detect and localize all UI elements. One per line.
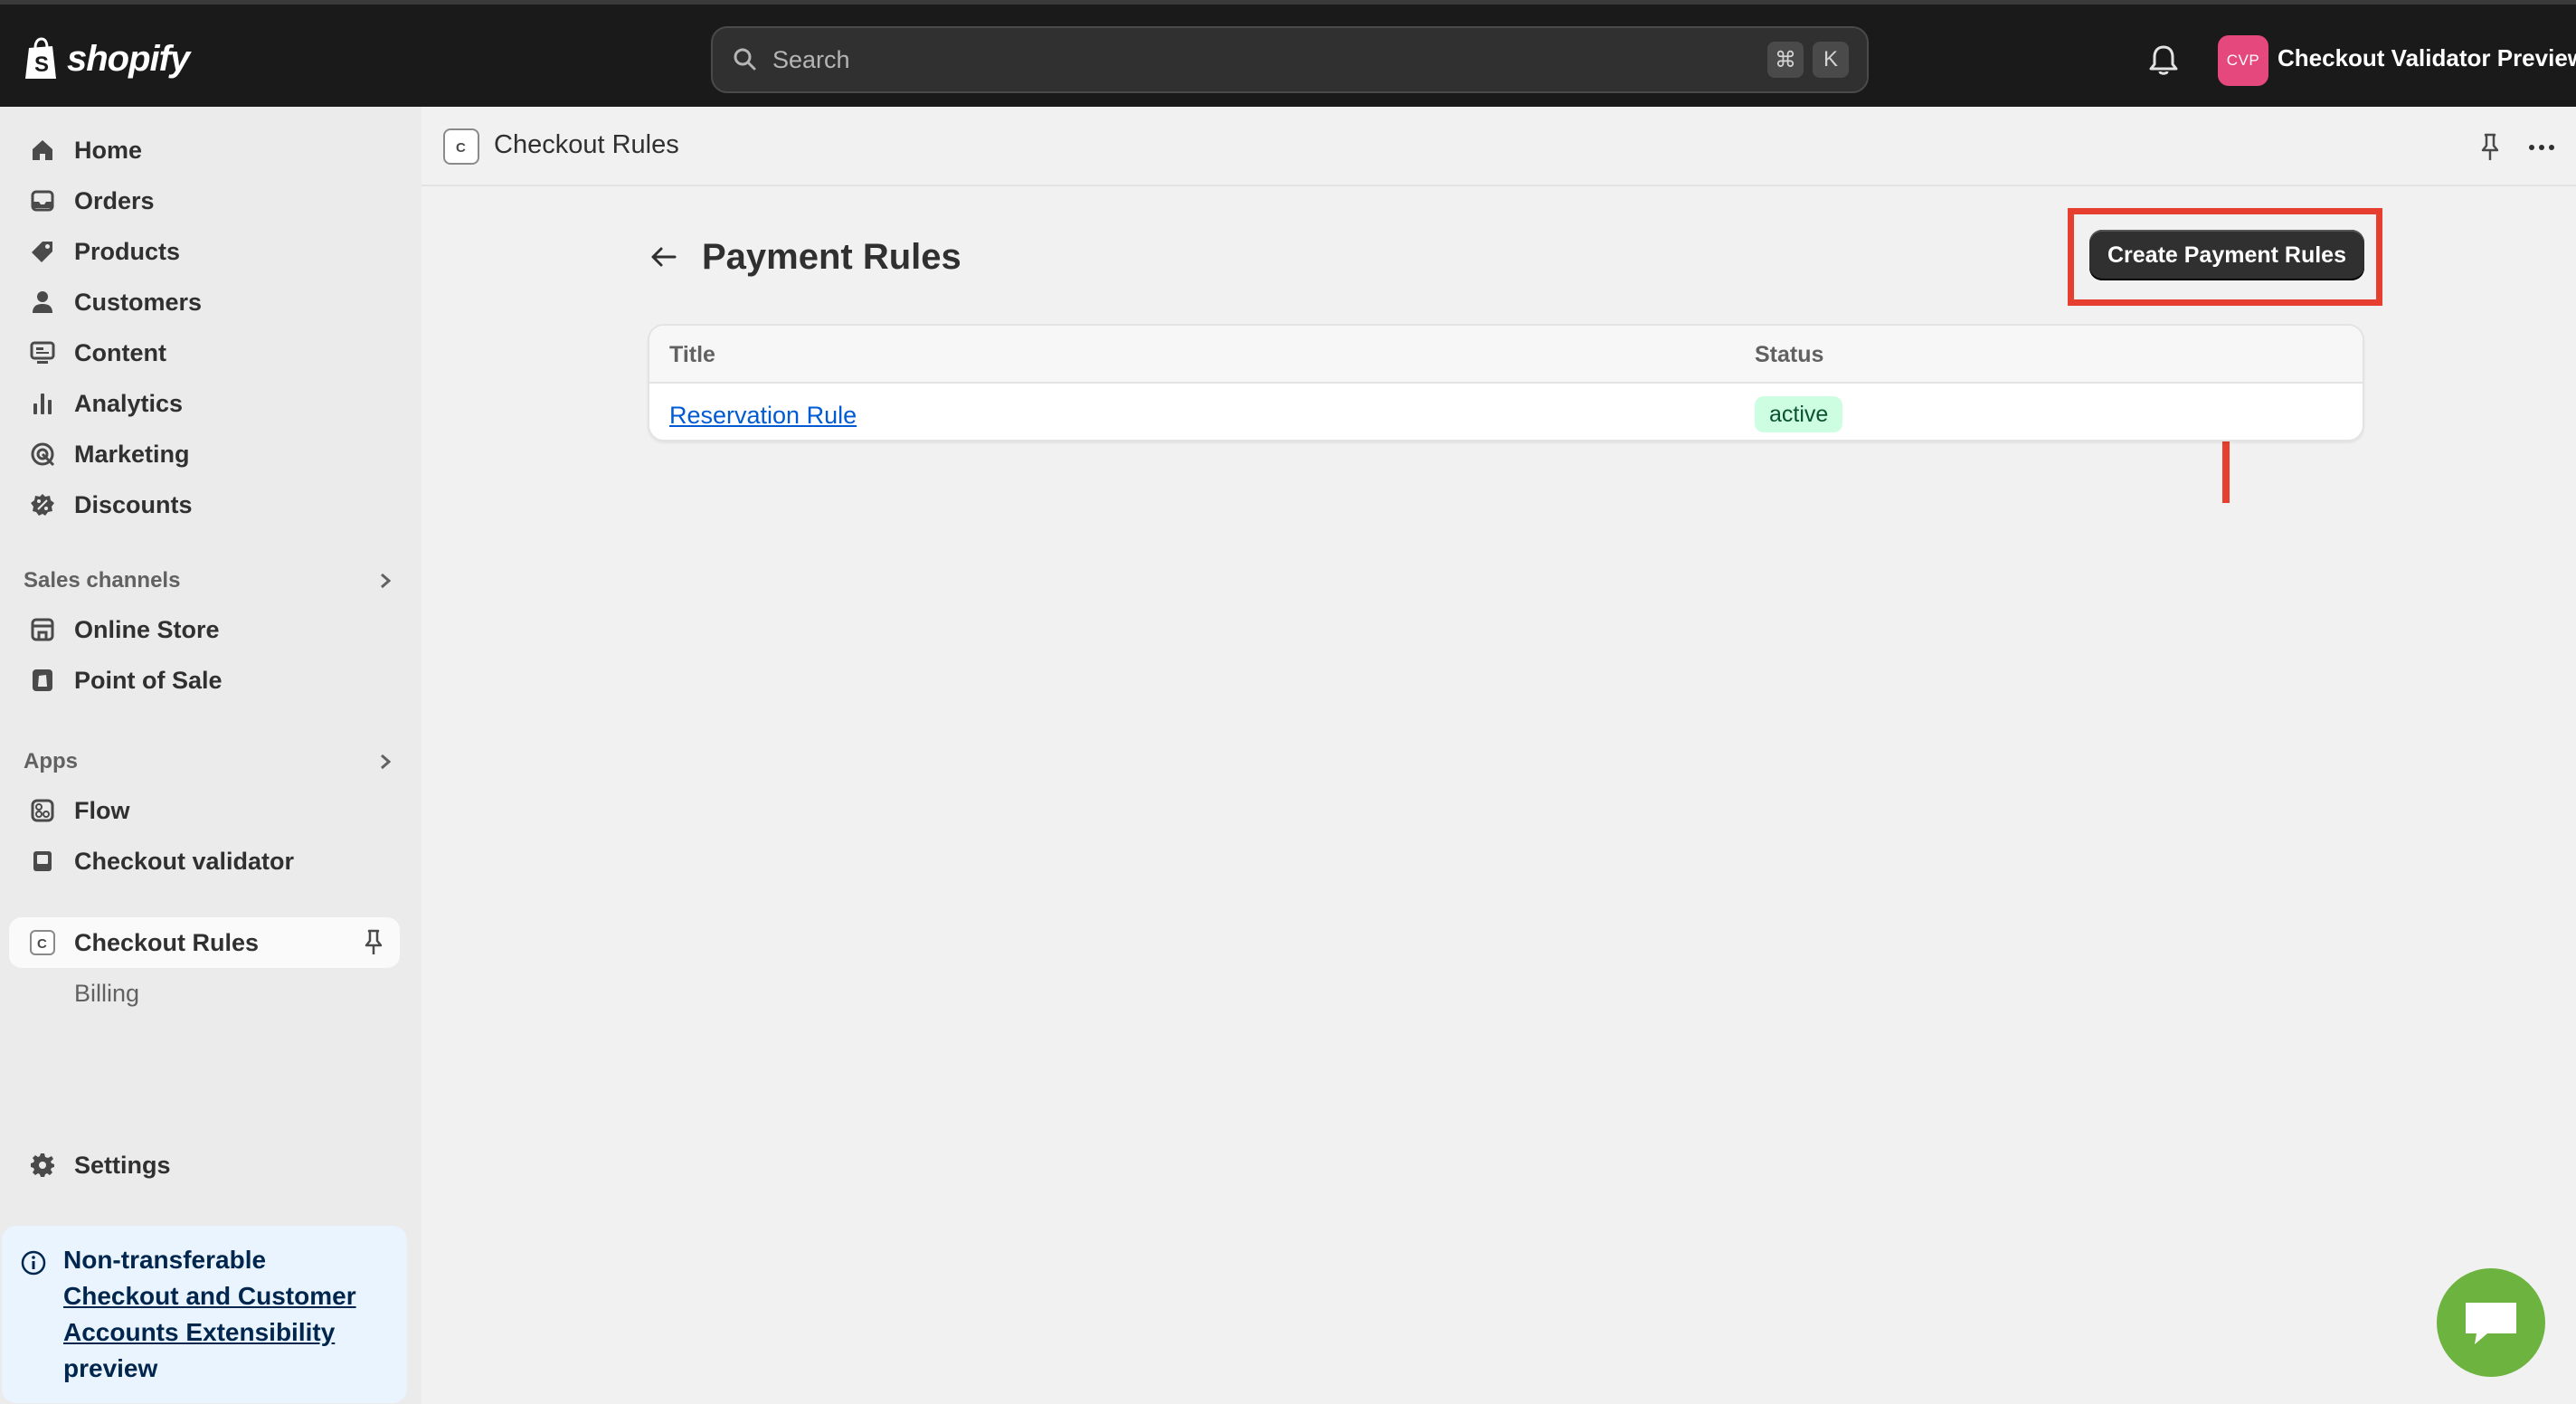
- page-title: Payment Rules: [702, 236, 961, 277]
- shopify-logo[interactable]: S shopify: [24, 37, 190, 81]
- inbox-icon: [27, 185, 58, 216]
- sidebar-item-settings[interactable]: Settings: [9, 1140, 400, 1191]
- logo-wordmark: shopify: [67, 38, 190, 79]
- sidebar-item-billing[interactable]: Billing: [9, 968, 400, 1019]
- chevron-right-icon[interactable]: [376, 570, 394, 592]
- checkout-rules-app-icon: C: [443, 128, 479, 165]
- sidebar-item-label: Home: [74, 136, 143, 164]
- sidebar-item-marketing[interactable]: Marketing: [9, 429, 400, 479]
- store-icon: [27, 614, 58, 645]
- bar-chart-icon: [27, 388, 58, 419]
- info-icon: [21, 1250, 46, 1276]
- sidebar-item-label: Orders: [74, 186, 155, 214]
- apps-header[interactable]: Apps: [24, 744, 394, 780]
- svg-text:C: C: [37, 936, 47, 952]
- sidebar-item-customers[interactable]: Customers: [9, 277, 400, 327]
- section-label: Apps: [24, 749, 78, 773]
- svg-text:C: C: [456, 140, 466, 156]
- sidebar-item-flow[interactable]: Flow: [9, 785, 400, 836]
- column-header-status: Status: [1755, 342, 1824, 367]
- search-icon: [734, 48, 756, 71]
- sidebar-item-label: Customers: [74, 288, 203, 316]
- notice-suffix: preview: [63, 1354, 158, 1382]
- chat-bubble-icon: [2466, 1303, 2516, 1344]
- sidebar-item-home[interactable]: Home: [9, 125, 400, 176]
- gear-icon: [27, 1150, 58, 1181]
- sidebar-item-label: Content: [74, 338, 166, 366]
- sidebar-item-label: Checkout Rules: [74, 928, 260, 956]
- search-input[interactable]: Search: [772, 46, 1758, 74]
- sidebar-item-products[interactable]: Products: [9, 226, 400, 277]
- sidebar-item-label: Flow: [74, 796, 130, 824]
- more-actions-icon[interactable]: [2525, 132, 2558, 163]
- tag-icon: [27, 236, 58, 267]
- checkout-rules-app-icon: C: [27, 927, 58, 958]
- table-header: Title Status: [649, 326, 2363, 384]
- pos-icon: [27, 665, 58, 696]
- top-bar: S shopify Search ⌘ K CVP Checkout Valida…: [0, 0, 2576, 107]
- sidebar-item-online-store[interactable]: Online Store: [9, 604, 400, 655]
- sidebar-item-analytics[interactable]: Analytics: [9, 378, 400, 429]
- section-label: Sales channels: [24, 568, 181, 593]
- sidebar-item-discounts[interactable]: Discounts: [9, 479, 400, 530]
- sidebar-item-label: Analytics: [74, 389, 184, 417]
- payment-rules-table: Title Status Reservation Rule active: [648, 324, 2364, 441]
- sales-channels-header[interactable]: Sales channels: [24, 563, 394, 599]
- shortcut-k-key: K: [1813, 42, 1849, 78]
- sidebar-item-point-of-sale[interactable]: Point of Sale: [9, 655, 400, 706]
- home-icon: [27, 135, 58, 166]
- chevron-right-icon[interactable]: [376, 751, 394, 773]
- sidebar-item-label: Online Store: [74, 615, 220, 643]
- column-header-title: Title: [669, 342, 715, 367]
- svg-text:S: S: [34, 52, 49, 77]
- preview-notice: Non-transferable Checkout and Customer A…: [2, 1226, 407, 1403]
- notifications-bell-icon[interactable]: [2147, 43, 2180, 77]
- search-bar[interactable]: Search ⌘ K: [711, 26, 1869, 93]
- sidebar-item-label: Point of Sale: [74, 666, 223, 694]
- monitor-icon: [27, 337, 58, 368]
- back-arrow-icon[interactable]: [648, 241, 680, 273]
- pin-icon[interactable]: [360, 928, 387, 957]
- sidebar-item-checkout-rules[interactable]: C Checkout Rules: [9, 917, 400, 968]
- rule-title-link[interactable]: Reservation Rule: [669, 402, 857, 430]
- pin-icon[interactable]: [2477, 132, 2504, 163]
- page-header: Payment Rules: [648, 232, 961, 282]
- chat-button[interactable]: [2437, 1268, 2545, 1377]
- sidebar-item-label: Settings: [74, 1151, 171, 1179]
- status-badge: active: [1755, 396, 1843, 432]
- sidebar-item-label: Marketing: [74, 440, 190, 468]
- discount-icon: [27, 489, 58, 520]
- person-icon: [27, 287, 58, 318]
- store-name[interactable]: Checkout Validator Preview: [2278, 44, 2576, 72]
- app-icon: [27, 846, 58, 877]
- shortcut-command-key: ⌘: [1767, 42, 1804, 78]
- app-title-bar: C Checkout Rules: [421, 107, 2576, 186]
- notice-link[interactable]: Checkout and Customer Accounts Extensibi…: [63, 1282, 356, 1346]
- sidebar-item-content[interactable]: Content: [9, 327, 400, 378]
- store-avatar[interactable]: CVP: [2218, 35, 2268, 86]
- target-icon: [27, 439, 58, 470]
- sidebar-item-label: Billing: [74, 979, 140, 1007]
- shopify-bag-icon: S: [25, 37, 56, 79]
- notice-prefix: Non-transferable: [63, 1246, 267, 1274]
- sidebar: Home Orders Products Customers Content A…: [0, 107, 421, 1404]
- app-title: Checkout Rules: [494, 130, 679, 159]
- annotation-highlight-box: [2068, 208, 2382, 306]
- sidebar-item-label: Products: [74, 237, 181, 265]
- sidebar-item-orders[interactable]: Orders: [9, 176, 400, 226]
- sidebar-item-label: Checkout validator: [74, 847, 295, 875]
- sidebar-item-checkout-validator[interactable]: Checkout validator: [9, 836, 400, 887]
- sidebar-item-label: Discounts: [74, 490, 193, 518]
- table-row[interactable]: Reservation Rule active: [649, 384, 2363, 440]
- flow-icon: [27, 795, 58, 826]
